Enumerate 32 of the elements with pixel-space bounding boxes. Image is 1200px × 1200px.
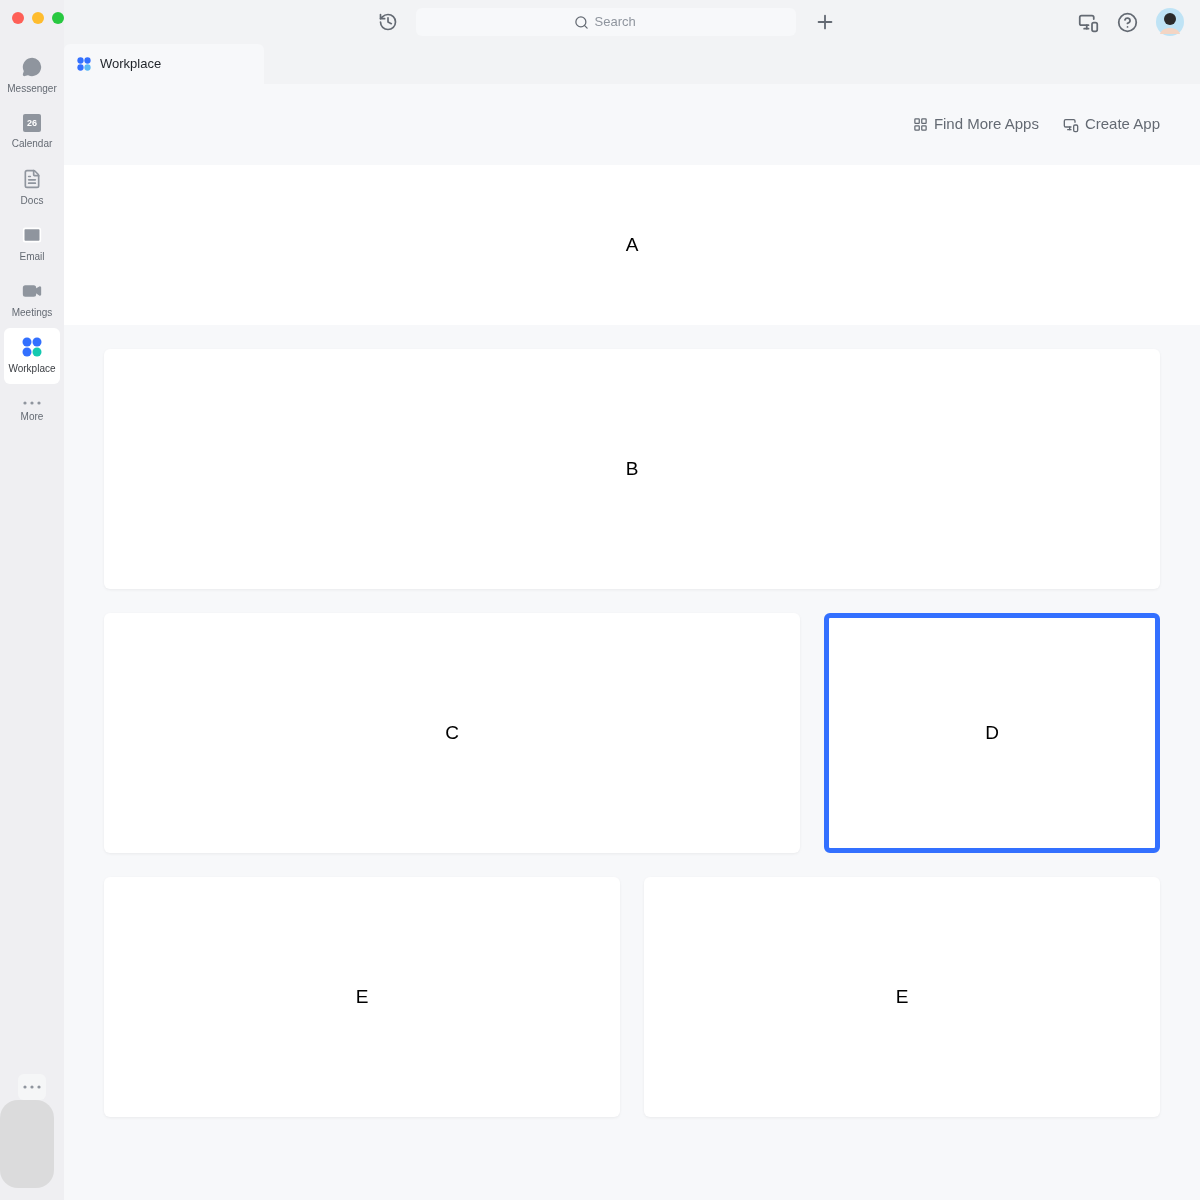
- sidebar-item[interactable]: 26 Calendar: [4, 104, 60, 160]
- panel-label: E: [355, 984, 369, 1009]
- dots-icon: [23, 1085, 41, 1089]
- more-dots-icon: [23, 400, 41, 405]
- workplace-tab[interactable]: Workplace: [64, 44, 264, 84]
- sidebar-item[interactable]: Meetings: [4, 272, 60, 328]
- create-app-button[interactable]: Create App: [1062, 113, 1160, 136]
- sidebar-item[interactable]: Workplace: [4, 328, 60, 384]
- app-grid-icon: [77, 57, 91, 71]
- panel-label: C: [445, 720, 459, 745]
- panel-label: B: [625, 456, 639, 481]
- search-field[interactable]: Search: [416, 8, 796, 36]
- sidebar-item[interactable]: Messenger: [4, 48, 60, 104]
- close-window-button[interactable]: [12, 12, 24, 24]
- sidebar-item[interactable]: Docs: [4, 160, 60, 216]
- monitor-icon: [1062, 116, 1079, 133]
- panel-label: D: [985, 720, 999, 745]
- sidebar-item[interactable]: Email: [4, 216, 60, 272]
- banner-label: A: [625, 232, 639, 257]
- help-icon[interactable]: [1117, 11, 1138, 33]
- apps-icon: [912, 117, 928, 132]
- avatar-icon[interactable]: [1156, 8, 1184, 36]
- calendar-icon: 26: [23, 113, 41, 132]
- search-icon: [573, 14, 589, 30]
- sidebar-item[interactable]: More: [4, 384, 60, 440]
- find-apps-button[interactable]: Find More Apps: [912, 113, 1039, 136]
- document-icon: [22, 168, 42, 189]
- history-icon[interactable]: [378, 12, 398, 32]
- chat-bubble-icon: [22, 56, 42, 77]
- search-input[interactable]: Search: [594, 12, 639, 32]
- app-grid-icon: [22, 336, 42, 357]
- panel-label: E: [895, 984, 909, 1009]
